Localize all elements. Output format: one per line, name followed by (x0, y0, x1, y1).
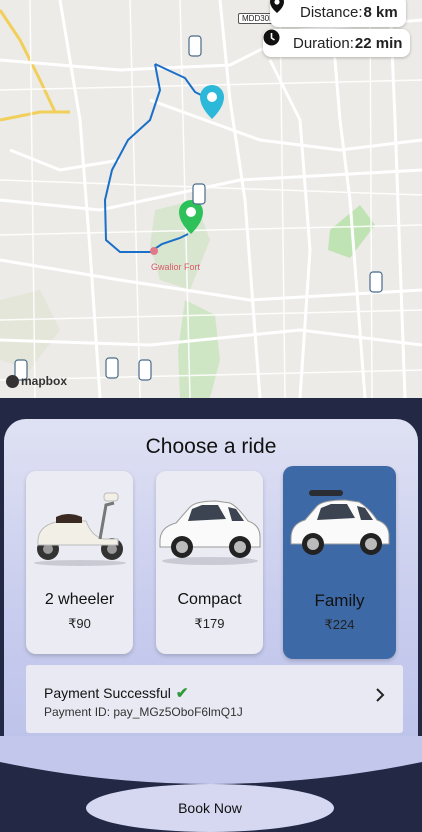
location-pin-icon (270, 0, 296, 22)
mapbox-attribution[interactable]: mapbox (6, 374, 67, 388)
ride-name: Family (314, 591, 365, 610)
distance-badge: Distance: 8 km (270, 0, 406, 27)
ride-name: Compact (177, 591, 242, 608)
suv-icon (283, 482, 396, 562)
ride-price: ₹90 (68, 616, 91, 631)
car-icon (156, 487, 263, 567)
payment-status-row[interactable]: Payment Successful ✔ Payment ID: pay_MGz… (26, 665, 403, 733)
panel-title: Choose a ride (145, 435, 277, 458)
attribution-text: mapbox (21, 374, 68, 388)
duration-value: 22 min (354, 34, 403, 52)
distance-label: Distance: (300, 3, 363, 21)
payment-status: Payment Successful (44, 685, 171, 701)
payment-id: Payment ID: pay_MGz5OboF6lmQ1J (44, 705, 243, 719)
checkmark-icon: ✔ (175, 685, 189, 702)
ride-option-2-wheeler[interactable]: 2 wheeler ₹90 (26, 471, 133, 654)
place-label: Gwalior Fort (151, 262, 201, 272)
ride-name: 2 wheeler (44, 591, 115, 608)
ride-price: ₹179 (194, 616, 225, 631)
clock-icon (263, 29, 289, 53)
map-canvas[interactable] (0, 0, 422, 398)
scooter-icon (26, 487, 133, 567)
ride-option-family[interactable]: Family ₹224 (283, 466, 396, 659)
ride-option-compact[interactable]: Compact ₹179 (156, 471, 263, 654)
ride-price: ₹224 (324, 617, 355, 632)
chevron-right-icon[interactable] (375, 687, 385, 708)
map-view[interactable]: MDD30B Gwalior Fort Distance: 8 km Durati… (0, 0, 422, 398)
book-now-button[interactable]: Book Now (86, 784, 334, 832)
duration-label: Duration: (293, 34, 354, 52)
mapbox-logo-icon (6, 374, 19, 388)
duration-badge: Duration: 22 min (263, 29, 411, 57)
distance-value: 8 km (363, 3, 398, 21)
